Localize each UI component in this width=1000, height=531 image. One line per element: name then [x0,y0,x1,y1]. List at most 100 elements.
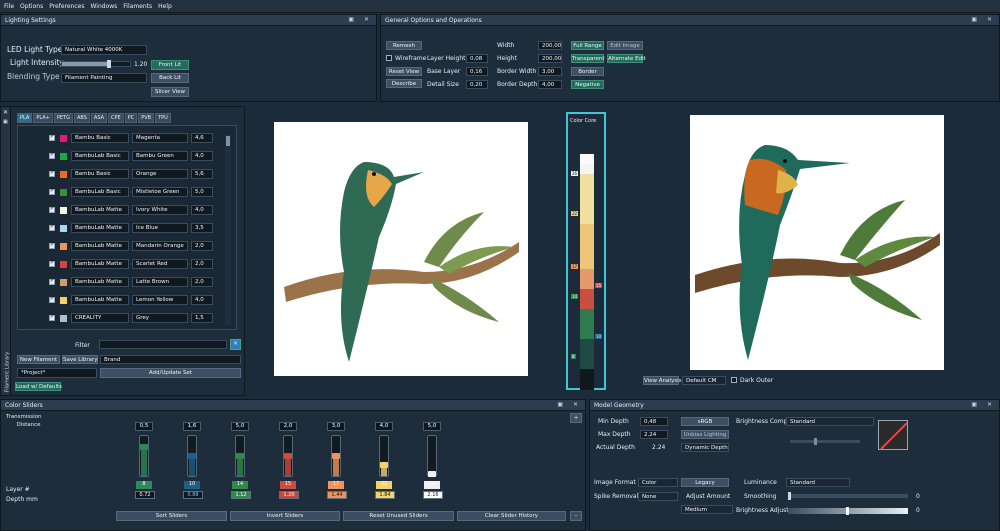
blending-type-select[interactable]: Filament Painting [61,73,147,83]
legacy-button[interactable]: Legacy [681,478,729,487]
reset-unused-sliders-button[interactable]: Reset Unused Sliders [343,511,454,521]
spike-removal-select[interactable]: None [638,492,678,501]
color-slider-thumb[interactable] [236,453,244,459]
slider-thumb[interactable] [814,438,817,445]
filament-enabled-checkbox[interactable] [49,260,55,267]
filament-brand[interactable]: BambuLab Matte [71,277,129,287]
panel-controls[interactable]: ▣ ✕ [971,401,996,408]
remesh-button[interactable]: Remesh [386,41,422,50]
new-filament-button[interactable]: New Filament [17,355,60,364]
color-slider-thumb[interactable] [284,453,292,459]
width-field[interactable]: 200,00 [538,41,562,50]
filament-brand[interactable]: Bambu Basic [71,133,129,143]
color-slider-thumb[interactable] [188,453,196,459]
filament-name[interactable]: Orange [132,169,188,179]
transmission-distance-field[interactable]: 5,0 [423,422,441,431]
tab-asa[interactable]: ASA [90,113,108,123]
transparent-button[interactable]: Transparent [571,54,605,63]
image-format-select[interactable]: Color [638,478,678,487]
filament-enabled-checkbox[interactable] [49,278,55,285]
srgb-button[interactable]: sRGB [681,417,729,426]
filament-name[interactable]: Magenta [132,133,188,143]
panel-controls[interactable]: ▣ ✕ [557,401,582,408]
brightness-adjust-slider[interactable] [788,507,908,515]
project-select[interactable]: *Project* [17,368,97,378]
add-slider-button[interactable]: + [570,413,582,423]
panel-controls[interactable]: ▣ ✕ [348,16,373,23]
filament-row[interactable]: CREALITYGrey1,5 [18,310,228,328]
transmission-distance-field[interactable]: 3,0 [327,422,345,431]
filament-enabled-checkbox[interactable] [49,224,55,231]
filament-row[interactable]: BambuLab MatteLemon Yellow4,0 [18,292,228,310]
back-lit-button[interactable]: Back Lit [151,73,189,83]
border-button[interactable]: Border [571,67,604,76]
menu-options[interactable]: Options [20,3,43,10]
filament-brand[interactable]: BambuLab Matte [71,223,129,233]
transmission-distance-field[interactable]: 2,0 [279,422,297,431]
detail-size-field[interactable]: 0,20 [466,80,488,89]
clear-slider-history-button[interactable]: Clear Slider History [457,511,566,521]
filament-brand[interactable]: BambuLab Basic [71,151,129,161]
add-update-set-button[interactable]: Add/Update Set [100,368,241,378]
reset-view-button[interactable]: Reset View [386,67,422,76]
filter-input[interactable] [99,340,227,349]
full-range-button[interactable]: Full Range [571,41,604,50]
border-depth-field[interactable]: 4,00 [538,80,562,89]
menu-windows[interactable]: Windows [91,3,118,10]
filament-brand[interactable]: Bambu Basic [71,169,129,179]
filament-name[interactable]: Bambu Green [132,151,188,161]
filament-row[interactable]: BambuLab MatteMandarin Orange2,0 [18,238,228,256]
color-slider-thumb[interactable] [332,453,340,459]
tab-tpu[interactable]: TPU [155,113,171,123]
dynamic-depth-select[interactable]: Dynamic Depth [681,443,729,452]
remove-slider-button[interactable]: – [570,511,582,521]
transmission-distance-field[interactable]: 4,0 [375,422,393,431]
filament-td[interactable]: 5,6 [191,169,213,179]
tab-pla-plus[interactable]: PLA+ [33,113,53,123]
library-float-icon[interactable]: ▣ [3,119,8,125]
adjust-amount-select[interactable]: Medium [681,505,733,514]
filament-td[interactable]: 3,5 [191,223,213,233]
tab-petg[interactable]: PETG [53,113,73,123]
transmission-distance-field[interactable]: 1,6 [183,422,201,431]
invert-sliders-button[interactable]: Invert Sliders [230,511,340,521]
describe-button[interactable]: Describe [386,79,422,88]
alternate-edit-button[interactable]: Alternate Edit [607,54,646,63]
edit-image-button[interactable]: Edit Image [607,41,643,50]
filament-brand[interactable]: BambuLab Matte [71,259,129,269]
filament-name[interactable]: Ice Blue [132,223,188,233]
scrollbar-thumb[interactable] [226,136,230,146]
filament-brand[interactable]: CREALITY [71,313,129,323]
filament-row[interactable]: BambuLab MatteIce Blue3,5 [18,220,228,238]
filament-name[interactable]: Scarlet Red [132,259,188,269]
brightness-comp-slider[interactable] [790,438,860,445]
filament-row[interactable]: Bambu BasicOrange5,6 [18,166,228,184]
view-analysis-button[interactable]: View Analysis [643,376,681,385]
filament-td[interactable]: 2,0 [191,277,213,287]
filament-enabled-checkbox[interactable] [49,296,55,303]
menu-preferences[interactable]: Preferences [49,3,84,10]
front-lit-button[interactable]: Front Lit [151,60,189,70]
menu-help[interactable]: Help [158,3,172,10]
color-slider-thumb[interactable] [140,444,148,450]
filament-td[interactable]: 4,0 [191,205,213,215]
filament-row[interactable]: BambuLab MatteLatte Brown2,0 [18,274,228,292]
filament-td[interactable]: 1,5 [191,313,213,323]
height-field[interactable]: 200,00 [538,54,562,63]
light-intensity-slider[interactable] [61,60,131,68]
filament-brand[interactable]: BambuLab Matte [71,205,129,215]
slider-thumb[interactable] [788,492,791,500]
filament-td[interactable]: 2,0 [191,241,213,251]
slider-thumb[interactable] [846,507,849,515]
color-slider-thumb[interactable] [380,462,388,468]
led-light-type-select[interactable]: Natural White 4000K [61,45,147,55]
menu-filaments[interactable]: Filaments [123,3,152,10]
slider-thumb[interactable] [106,60,111,68]
dark-outer-checkbox[interactable] [731,377,737,383]
filter-clear-button[interactable]: ✕ [230,339,241,350]
menu-file[interactable]: File [4,3,14,10]
filament-row[interactable]: BambuLab MatteScarlet Red2,0 [18,256,228,274]
save-library-button[interactable]: Save Library [62,355,98,364]
slicer-view-button[interactable]: Slicer View [151,87,189,97]
list-scrollbar[interactable] [225,135,231,325]
